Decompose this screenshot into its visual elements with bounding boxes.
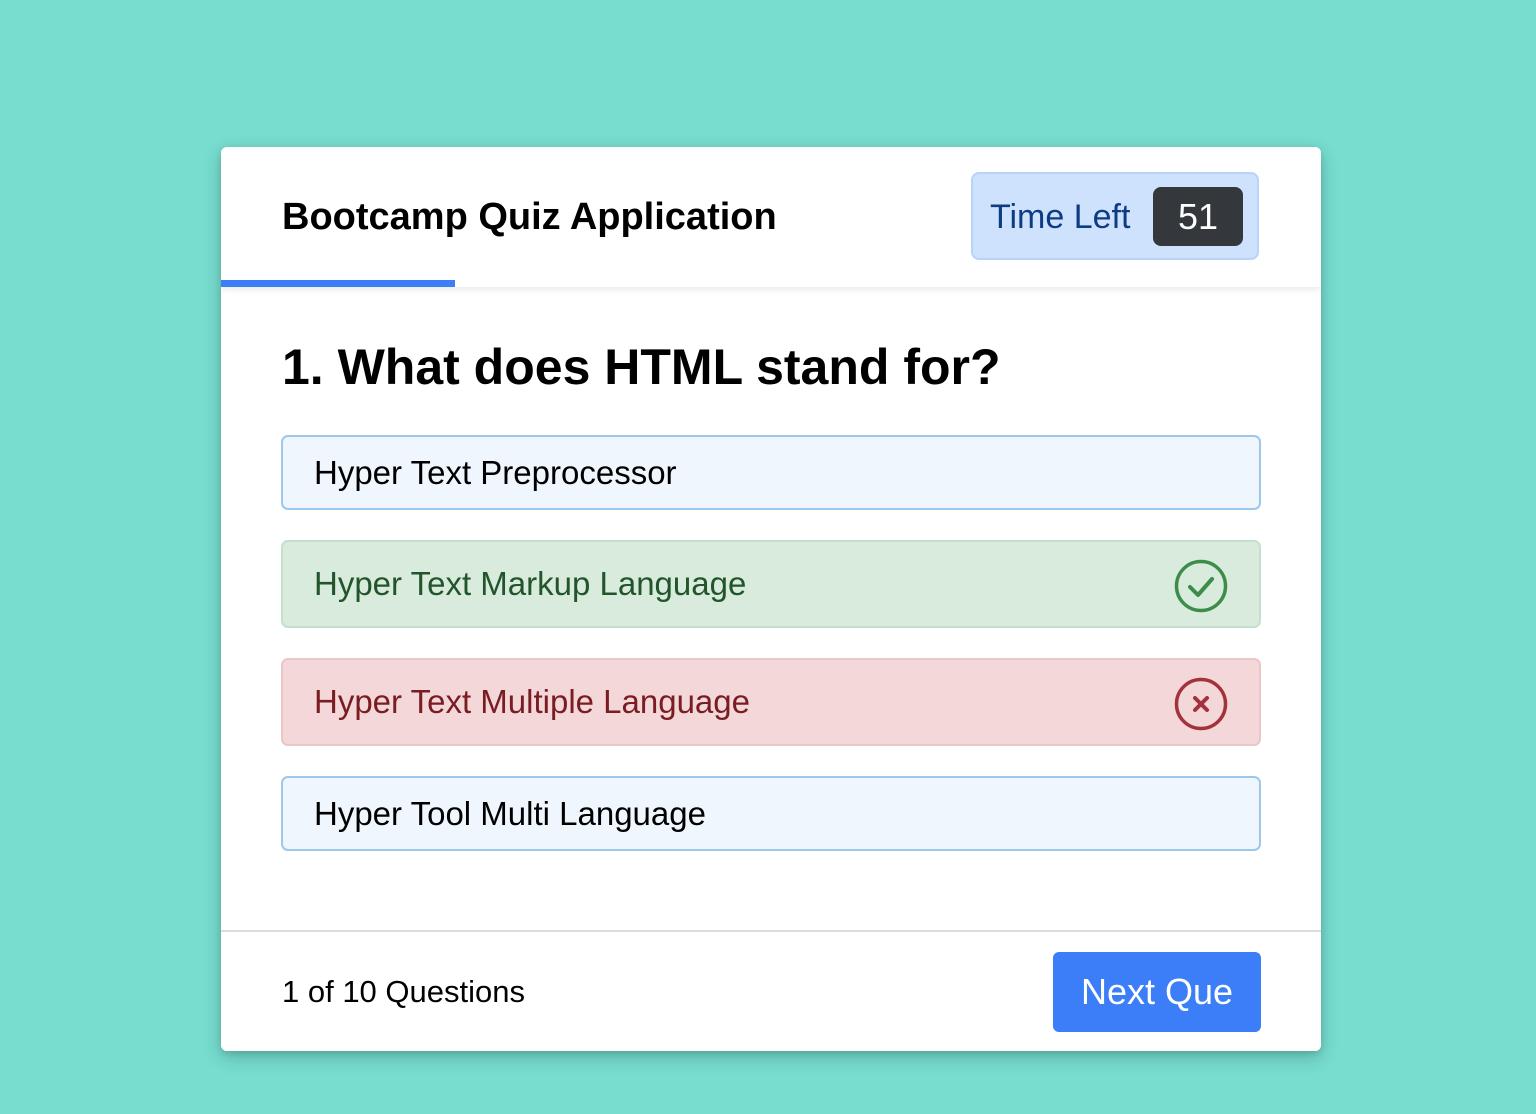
option-label: Hyper Text Multiple Language: [314, 683, 750, 720]
option-label: Hyper Text Markup Language: [314, 565, 747, 602]
cross-circle-icon: [1174, 677, 1228, 731]
option-4[interactable]: Hyper Tool Multi Language: [281, 776, 1261, 851]
timer-label: Time Left: [990, 198, 1131, 236]
quiz-header: Bootcamp Quiz Application Time Left 51: [221, 147, 1321, 287]
quiz-footer: 1 of 10 Questions Next Que: [221, 930, 1321, 1051]
timer-value: 51: [1153, 187, 1243, 246]
timer-box: Time Left 51: [971, 172, 1259, 260]
question-counter: 1 of 10 Questions: [282, 974, 525, 1009]
check-circle-icon: [1174, 559, 1228, 613]
progress-bar: [221, 280, 1321, 287]
options-list: Hyper Text Preprocessor Hyper Text Marku…: [281, 435, 1261, 881]
progress-fill: [221, 280, 455, 287]
option-3-wrong[interactable]: Hyper Text Multiple Language: [281, 658, 1261, 746]
question-title: 1. What does HTML stand for?: [282, 339, 1001, 395]
option-label: Hyper Text Preprocessor: [314, 453, 677, 491]
next-question-button[interactable]: Next Que: [1053, 952, 1261, 1032]
option-1[interactable]: Hyper Text Preprocessor: [281, 435, 1261, 510]
quiz-card: Bootcamp Quiz Application Time Left 51 1…: [221, 147, 1321, 1051]
app-title: Bootcamp Quiz Application: [282, 196, 777, 238]
option-label: Hyper Tool Multi Language: [314, 794, 706, 832]
option-2-correct[interactable]: Hyper Text Markup Language: [281, 540, 1261, 628]
